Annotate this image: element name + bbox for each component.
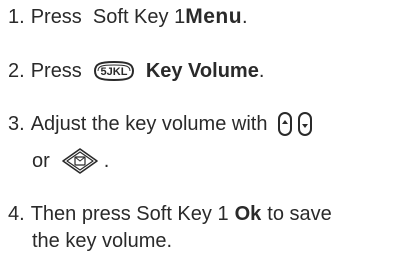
step-3-period: . — [103, 150, 110, 172]
step-1-period: . — [242, 6, 248, 28]
step-2-text: Press — [30, 60, 82, 82]
step-3-continuation: or . — [32, 148, 109, 174]
step-4-ok-label: Ok — [234, 203, 262, 225]
step-3: 3. Adjust the key volume with — [8, 111, 313, 137]
step-1-number: 1. — [8, 6, 25, 28]
step-4-text: Then press Soft Key 1 — [30, 203, 229, 225]
5-jkl-key-icon: 5JKL — [92, 60, 136, 82]
5-jkl-key-label: 5JKL — [100, 66, 127, 78]
step-4-to-save: to save — [267, 203, 332, 225]
step-4-number: 4. — [8, 203, 25, 225]
step-3-text: Adjust the key volume with — [30, 113, 268, 135]
step-4: 4. Then press Soft Key 1 Ok to save — [8, 201, 332, 227]
step-1-menu-label: Menu — [185, 5, 243, 28]
step-2-period: . — [258, 60, 265, 82]
navigation-key-icon — [60, 147, 100, 175]
step-2: 2. Press 5JKL Key Volume . — [8, 58, 264, 84]
instruction-steps: 1. Press Soft Key 1 Menu . 2. Press 5JKL… — [0, 0, 412, 256]
step-3-number: 3. — [8, 113, 25, 135]
step-1-text: Press Soft Key 1 — [30, 6, 186, 28]
step-2-number: 2. — [8, 60, 25, 82]
step-3-or-text: or — [32, 150, 50, 172]
step-1: 1. Press Soft Key 1 Menu . — [8, 4, 248, 30]
step-2-key-volume-label: Key Volume — [145, 60, 259, 82]
step-4-line2: the key volume. — [32, 230, 173, 252]
step-4-continuation: the key volume. — [32, 228, 172, 254]
volume-up-key-icon — [277, 111, 293, 137]
volume-down-key-icon — [297, 111, 313, 137]
